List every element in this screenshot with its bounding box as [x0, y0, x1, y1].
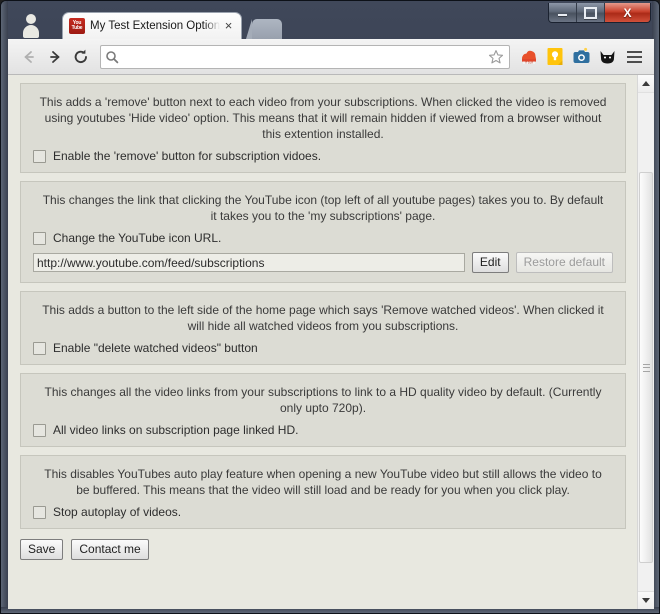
bookmark-star-button[interactable] — [487, 48, 505, 66]
checkbox-enable-remove-button[interactable] — [33, 149, 46, 163]
browser-toolbar: IT DLR — [8, 39, 654, 75]
svg-text:IT DLR: IT DLR — [525, 60, 533, 64]
section-description: This changes the link that clicking the … — [42, 193, 604, 223]
camera-extension-icon — [573, 47, 589, 63]
browser-window: X You Tube My Test Extension Options × I… — [0, 0, 660, 614]
tab-title: My Test Extension Options — [90, 20, 220, 32]
footer-buttons: Save Contact me — [20, 539, 626, 572]
reload-icon — [74, 49, 87, 63]
scrollbar-up-button[interactable] — [638, 75, 654, 93]
option-row: Stop autoplay of videos. — [33, 505, 613, 519]
address-bar-input[interactable] — [119, 46, 487, 67]
forward-arrow-icon — [50, 50, 60, 63]
back-button[interactable] — [16, 44, 42, 70]
checkbox-label: All video links on subscription page lin… — [53, 423, 299, 437]
chevron-down-icon — [642, 598, 650, 603]
checkbox-label: Enable "delete watched videos" button — [53, 341, 258, 355]
page-scrollbar[interactable] — [637, 75, 654, 609]
tab-my-test-extension-options[interactable]: You Tube My Test Extension Options × — [62, 12, 242, 39]
search-icon — [106, 50, 119, 63]
cloud-extension-icon: IT DLR — [522, 50, 536, 64]
new-tab-button[interactable] — [246, 19, 282, 39]
section-description: This adds a 'remove' button next to each… — [39, 95, 607, 141]
lightbulb-extension-icon — [547, 48, 563, 65]
section-hd-links: This changes all the video links from yo… — [20, 373, 626, 447]
section-description: This adds a button to the left side of t… — [42, 303, 604, 333]
section-delete-watched-videos: This adds a button to the left side of t… — [20, 291, 626, 365]
checkbox-enable-delete-watched-videos[interactable] — [33, 341, 46, 355]
hamburger-menu-icon — [626, 50, 642, 53]
cat-extension-icon — [600, 50, 614, 63]
checkbox-label: Change the YouTube icon URL. — [53, 231, 222, 245]
checkbox-label: Stop autoplay of videos. — [53, 505, 182, 519]
chevron-up-icon — [642, 81, 650, 86]
url-row: Edit Restore default — [33, 252, 613, 273]
chrome-menu-button[interactable] — [622, 44, 646, 70]
tab-close-icon[interactable]: × — [222, 19, 235, 33]
address-bar[interactable] — [100, 44, 510, 69]
page-viewport: This adds a 'remove' button next to each… — [8, 75, 654, 609]
hamburger-menu-icon-line3 — [626, 60, 642, 63]
section-description: This changes all the video links from yo… — [44, 385, 602, 415]
section-stop-autoplay: This disables YouTubes auto play feature… — [20, 455, 626, 529]
scrollbar-down-button[interactable] — [638, 591, 654, 609]
tab-strip: You Tube My Test Extension Options × — [8, 8, 654, 39]
checkbox-hd-video-links[interactable] — [33, 423, 46, 437]
restore-default-button[interactable]: Restore default — [515, 252, 613, 273]
save-button[interactable]: Save — [20, 539, 64, 560]
avatar-icon-body — [23, 25, 39, 38]
scrollbar-thumb[interactable] — [639, 172, 653, 563]
back-arrow-icon — [24, 50, 34, 63]
star-icon — [488, 49, 504, 63]
option-row: Enable the 'remove' button for subscript… — [33, 149, 613, 163]
camera-extension-button[interactable] — [569, 44, 593, 70]
hamburger-menu-icon-line2 — [626, 55, 642, 58]
options-page: This adds a 'remove' button next to each… — [8, 75, 638, 609]
youtube-favicon-icon: You Tube — [69, 18, 85, 34]
section-description: This disables YouTubes auto play feature… — [44, 467, 602, 497]
reload-button[interactable] — [68, 44, 94, 70]
option-row: Change the YouTube icon URL. — [33, 231, 613, 245]
section-youtube-icon-url: This changes the link that clicking the … — [20, 181, 626, 283]
youtube-icon-url-input[interactable] — [33, 253, 465, 272]
checkbox-change-youtube-icon-url[interactable] — [33, 231, 46, 245]
cat-extension-button[interactable] — [595, 44, 619, 70]
checkbox-stop-autoplay[interactable] — [33, 505, 46, 519]
contact-me-button[interactable]: Contact me — [71, 539, 149, 560]
checkbox-label: Enable the 'remove' button for subscript… — [53, 149, 322, 163]
edit-button[interactable]: Edit — [471, 252, 509, 273]
forward-button[interactable] — [42, 44, 68, 70]
lightbulb-extension-button[interactable] — [543, 44, 567, 70]
scrollbar-grip-icon — [643, 363, 650, 372]
avatar-icon — [26, 14, 36, 24]
window-frame-left — [1, 1, 8, 613]
profile-avatar-button[interactable] — [20, 11, 42, 38]
option-row: Enable "delete watched videos" button — [33, 341, 613, 355]
section-remove-button: This adds a 'remove' button next to each… — [20, 83, 626, 173]
cloud-extension-button[interactable]: IT DLR — [517, 44, 541, 70]
option-row: All video links on subscription page lin… — [33, 423, 613, 437]
